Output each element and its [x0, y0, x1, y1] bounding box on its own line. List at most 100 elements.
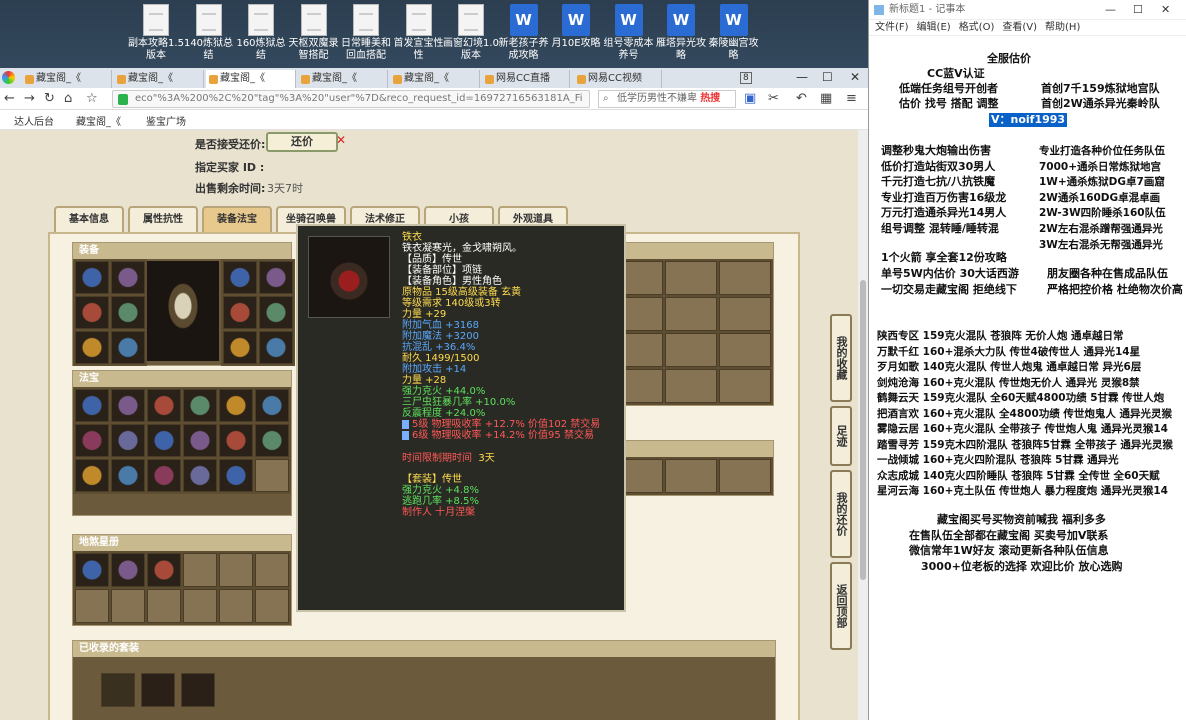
set-item[interactable] [181, 673, 215, 707]
item-slot[interactable] [223, 261, 257, 294]
item-slot[interactable] [255, 459, 289, 492]
item-slot[interactable] [111, 331, 145, 364]
item-slot[interactable] [183, 389, 217, 422]
item-slot[interactable] [219, 553, 253, 587]
item-slot[interactable] [259, 331, 293, 364]
bookmark-item[interactable]: 鉴宝广场 [146, 113, 186, 128]
bookmark-item[interactable]: 藏宝阁_《 [76, 113, 121, 128]
maximize-button[interactable]: ☐ [1133, 0, 1143, 20]
menu-item[interactable]: 帮助(H) [1045, 22, 1080, 33]
item-slot[interactable] [183, 459, 217, 492]
item-slot[interactable] [147, 389, 181, 422]
item-slot[interactable] [719, 459, 771, 493]
item-slot[interactable] [147, 424, 181, 457]
cut-icon[interactable]: ✂ [768, 91, 779, 106]
item-slot[interactable] [719, 369, 771, 403]
sidenav-back-to-top[interactable]: 返回顶部 [830, 562, 852, 650]
item-slot[interactable] [665, 369, 717, 403]
item-slot[interactable] [259, 296, 293, 329]
item-slot[interactable] [147, 589, 181, 623]
item-slot[interactable] [147, 553, 181, 587]
item-slot[interactable] [183, 553, 217, 587]
minimize-button[interactable]: — [1105, 0, 1116, 20]
item-slot[interactable] [111, 553, 145, 587]
item-slot[interactable] [219, 424, 253, 457]
desktop-icon[interactable]: 天枢双魔录智搭配 [286, 4, 342, 62]
extension-icon[interactable]: ▣ [744, 91, 756, 106]
item-slot[interactable] [111, 589, 145, 623]
scrollbar[interactable] [858, 130, 868, 720]
forward-icon[interactable]: → [24, 91, 35, 106]
browser-tab[interactable]: 藏宝阁_《 [206, 70, 296, 88]
bookmark-item[interactable]: 达人后台 [14, 113, 54, 128]
back-icon[interactable]: ← [4, 91, 15, 106]
browser-tab[interactable]: 藏宝阁_《 [114, 70, 204, 88]
desktop-icon[interactable]: 160炼狱总结 [233, 4, 289, 62]
item-slot[interactable] [111, 459, 145, 492]
item-slot[interactable] [223, 296, 257, 329]
browser-tab[interactable]: 藏宝阁_《 [390, 70, 480, 88]
maximize-button[interactable]: ☐ [822, 70, 833, 84]
desktop-icon[interactable]: W 雁塔异光攻略 [653, 4, 709, 62]
desktop-icon[interactable]: W 新老孩子养成攻略 [496, 4, 552, 62]
undo-icon[interactable]: ↶ [796, 91, 807, 106]
desktop-icon[interactable]: 140炼狱总结 [181, 4, 237, 62]
home-icon[interactable]: ⌂ [64, 91, 72, 106]
reload-icon[interactable]: ↻ [44, 91, 55, 106]
browser-tab[interactable]: 藏宝阁_《 [298, 70, 388, 88]
item-slot[interactable] [719, 333, 771, 367]
close-button[interactable]: ✕ [850, 70, 860, 84]
desktop-icon[interactable]: 日常睡美和回血搭配 [338, 4, 394, 62]
menu-item[interactable]: 查看(V) [1002, 22, 1037, 33]
item-slot[interactable] [111, 424, 145, 457]
item-slot[interactable] [75, 331, 109, 364]
item-slot[interactable] [255, 389, 289, 422]
desktop-icon[interactable]: 画窗幻境1.0版本 [443, 4, 499, 62]
item-slot[interactable] [75, 296, 109, 329]
item-slot[interactable] [75, 424, 109, 457]
menu-item[interactable]: 文件(F) [875, 22, 909, 33]
browser-tab[interactable]: 藏宝阁_《 [22, 70, 112, 88]
minimize-button[interactable]: — [796, 70, 808, 84]
tab-count-icon[interactable]: 8 [740, 72, 752, 84]
browser-tab[interactable]: 网易CC视频 [574, 70, 662, 88]
set-item[interactable] [141, 673, 175, 707]
item-slot[interactable] [75, 589, 109, 623]
item-slot[interactable] [111, 296, 145, 329]
menu-item[interactable]: 格式(O) [959, 22, 995, 33]
item-slot[interactable] [259, 261, 293, 294]
desktop-icon[interactable]: W 月10E攻略 [548, 4, 604, 50]
item-slot[interactable] [719, 297, 771, 331]
desktop-icon[interactable]: W 秦陵幽宫攻略 [706, 4, 762, 62]
item-slot[interactable] [665, 261, 717, 295]
close-icon[interactable]: ✕ [336, 133, 346, 147]
set-item[interactable] [101, 673, 135, 707]
star-icon[interactable]: ☆ [86, 91, 98, 106]
item-slot[interactable] [219, 459, 253, 492]
item-slot[interactable] [223, 331, 257, 364]
desktop-icon[interactable]: W 组号零成本养号 [601, 4, 657, 62]
item-slot[interactable] [219, 589, 253, 623]
sidenav-footprint[interactable]: 足迹 [830, 406, 852, 466]
item-slot[interactable] [111, 389, 145, 422]
close-button[interactable]: ✕ [1161, 0, 1170, 20]
menu-item[interactable]: 编辑(E) [917, 22, 951, 33]
item-slot[interactable] [75, 261, 109, 294]
item-slot[interactable] [183, 589, 217, 623]
search-input[interactable]: ⌕ 低学历男性不嫌卑 热搜 [598, 90, 736, 108]
url-input[interactable]: eco"%3A%200%2C%20"tag"%3A%20"user"%7D&re… [112, 90, 590, 108]
tab-2[interactable]: 装备法宝 [202, 206, 272, 234]
sidenav-favorites[interactable]: 我的收藏 [830, 314, 852, 402]
item-slot[interactable] [147, 459, 181, 492]
browser-logo-icon[interactable] [2, 71, 15, 84]
hot-search-badge[interactable]: 热搜 [700, 93, 720, 104]
item-slot[interactable] [75, 459, 109, 492]
browser-tab[interactable]: 网易CC直播 [482, 70, 570, 88]
desktop-icon[interactable]: 首发宣宝性性 [391, 4, 447, 62]
item-slot[interactable] [183, 424, 217, 457]
tab-0[interactable]: 基本信息 [54, 206, 124, 234]
notepad-text-area[interactable]: 全服估价 CC蓝V认证 低端任务组号开创者 估价 找号 搭配 调整 首创7千159炼狱地… [869, 38, 1186, 720]
item-slot[interactable] [75, 389, 109, 422]
item-slot[interactable] [111, 261, 145, 294]
desktop-icon[interactable]: 副本攻略1.5版本 [128, 4, 184, 62]
